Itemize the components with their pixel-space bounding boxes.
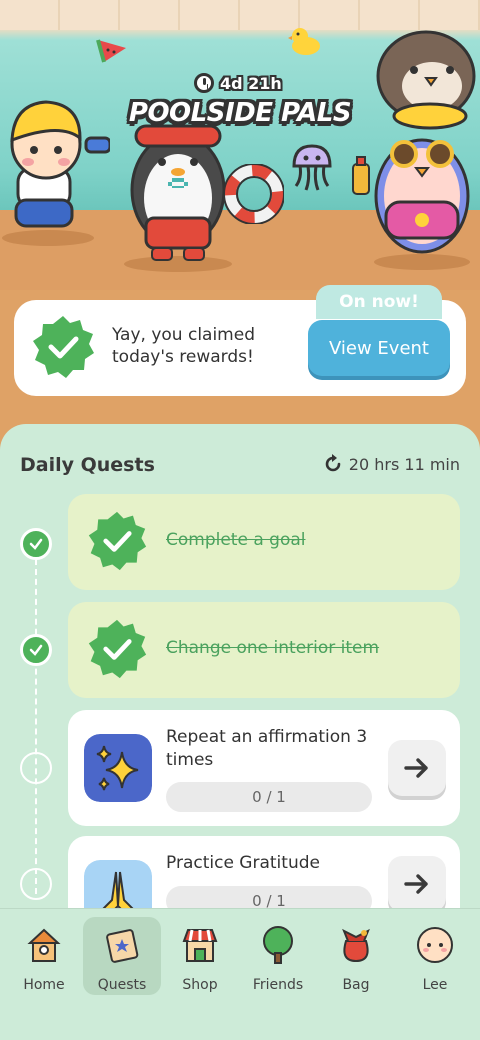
- check-icon: [29, 644, 43, 656]
- event-title: POOLSIDE PALS: [128, 98, 352, 128]
- quest-card-repeat-affirmation[interactable]: Repeat an affirmation 3 times 0 / 1: [68, 710, 460, 826]
- quests-icon: [106, 929, 139, 963]
- daily-quests-title: Daily Quests: [20, 454, 155, 476]
- quest-title: Repeat an affirmation 3 times: [166, 727, 368, 770]
- nav-label: Bag: [342, 977, 370, 993]
- quest-go-button[interactable]: [388, 856, 446, 912]
- clock-icon: [194, 73, 214, 93]
- house-icon: [27, 928, 61, 962]
- check-icon: [29, 538, 43, 550]
- penguin-lifeguard-character: [124, 124, 232, 272]
- quest-title: Change one interior item: [166, 638, 380, 658]
- quest-progress: 0 / 1: [166, 782, 372, 812]
- tree-icon: [263, 926, 293, 964]
- nav-label: Quests: [97, 977, 147, 993]
- check-badge-icon: [88, 619, 147, 679]
- refresh-icon: [325, 454, 341, 472]
- nav-label: Home: [23, 977, 65, 993]
- bottom-nav: Home Quests Shop Friends Bag Lee: [0, 908, 480, 1040]
- view-event-button[interactable]: View Event: [308, 320, 450, 376]
- nav-friends[interactable]: Friends: [239, 917, 317, 995]
- timeline-dot-4: [20, 868, 52, 900]
- nav-quests[interactable]: Quests: [83, 917, 161, 995]
- check-badge-icon: [88, 511, 147, 571]
- event-time-left: 4d 21h: [220, 73, 282, 93]
- bird-sunglasses-character: [374, 138, 470, 270]
- check-badge-icon: [33, 316, 94, 378]
- nav-label: Lee: [422, 977, 448, 993]
- quest-title: Practice Gratitude: [166, 853, 320, 873]
- event-timer: 4d 21h: [190, 70, 290, 96]
- arrow-right-icon: [404, 874, 428, 894]
- jellyfish-icon: [292, 144, 332, 191]
- nav-home[interactable]: Home: [5, 917, 83, 995]
- shop-icon: [182, 929, 218, 962]
- event-banner[interactable]: 4d 21h POOLSIDE PALS: [0, 0, 480, 290]
- timeline-dot-3: [20, 752, 52, 784]
- watermelon-icon: [96, 39, 126, 63]
- nav-label: Shop: [182, 977, 218, 993]
- quest-go-button[interactable]: [388, 740, 446, 796]
- on-now-tab: On now!: [316, 285, 442, 319]
- timeline-check-1: [20, 528, 52, 560]
- nav-shop[interactable]: Shop: [161, 917, 239, 995]
- quest-title: Complete a goal: [166, 530, 306, 550]
- life-ring-icon: [224, 164, 284, 224]
- bag-icon: [342, 928, 370, 963]
- claimed-message: Yay, you claimed today's rewards!: [112, 325, 255, 367]
- sparkles-icon: [84, 734, 152, 802]
- quests-reset-timer: 20 hrs 11 min: [323, 454, 460, 474]
- nav-profile[interactable]: Lee: [396, 917, 474, 995]
- quest-timeline-line: [35, 549, 37, 894]
- nav-bag[interactable]: Bag: [317, 917, 395, 995]
- avatar-icon: [417, 927, 453, 963]
- quests-reset-time: 20 hrs 11 min: [348, 454, 460, 474]
- quest-card-change-interior: Change one interior item: [68, 602, 460, 698]
- rubber-duck-icon: [288, 28, 320, 55]
- quest-card-complete-goal: Complete a goal: [68, 494, 460, 590]
- nav-label: Friends: [252, 977, 304, 993]
- arrow-right-icon: [404, 758, 428, 778]
- timeline-check-2: [20, 634, 52, 666]
